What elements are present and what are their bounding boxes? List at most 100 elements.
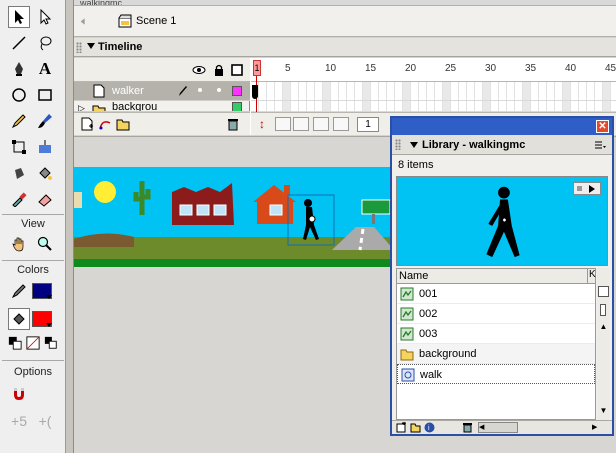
add-motion-guide-icon[interactable]: [98, 117, 112, 131]
ink-bottle-tool-icon[interactable]: [8, 162, 30, 184]
scroll-thumb[interactable]: [598, 286, 609, 297]
scroll-right-icon[interactable]: ▶: [592, 422, 603, 433]
graphic-symbol-icon: [400, 287, 414, 301]
modify-onion-markers-icon[interactable]: [333, 117, 349, 131]
delete-icon[interactable]: [462, 422, 473, 433]
library-toolbar: i ◀ ▶: [392, 420, 612, 434]
insert-folder-icon[interactable]: [116, 117, 130, 131]
panel-grip-icon[interactable]: [76, 42, 82, 53]
pencil-tool-icon[interactable]: [8, 110, 30, 132]
zoom-tool-icon[interactable]: [34, 233, 56, 255]
layer-outline-color[interactable]: [232, 86, 242, 96]
eyedropper-tool-icon[interactable]: [8, 188, 30, 210]
column-header-kind[interactable]: K: [587, 269, 597, 283]
snap-magnet-icon[interactable]: [8, 383, 30, 405]
layer-row-background[interactable]: ▷ backgrou: [74, 101, 250, 112]
play-icon[interactable]: [589, 185, 595, 193]
edit-multiple-frames-icon[interactable]: [313, 117, 329, 131]
library-preview: [396, 176, 608, 266]
outline-icon[interactable]: [230, 63, 244, 77]
panel-grip-icon[interactable]: [395, 139, 401, 150]
stop-icon[interactable]: [577, 186, 582, 191]
current-frame-marker[interactable]: 1: [253, 60, 261, 76]
movie-clip-icon: [401, 368, 415, 382]
no-color-icon[interactable]: [26, 336, 40, 350]
timeline-header[interactable]: Timeline: [74, 38, 616, 57]
list-item[interactable]: 003: [397, 324, 595, 344]
scroll-marker[interactable]: [600, 304, 606, 316]
library-header[interactable]: Library - walkingmc: [392, 135, 612, 155]
lasso-tool-icon[interactable]: [34, 32, 56, 54]
pen-tool-icon[interactable]: [8, 58, 30, 80]
horizontal-scrollbar[interactable]: ◀: [478, 422, 518, 433]
scroll-up-icon[interactable]: ▲: [598, 322, 609, 334]
scroll-down-icon[interactable]: ▼: [598, 406, 609, 418]
back-arrow-icon[interactable]: 🢐: [80, 13, 96, 29]
smooth-icon[interactable]: +5: [8, 410, 30, 432]
chevron-down-icon: [46, 295, 52, 299]
collapse-arrow-icon[interactable]: [410, 142, 418, 148]
item-name: background: [419, 348, 477, 360]
expand-arrow-icon[interactable]: ▷: [78, 103, 85, 111]
frame-number-label: 20: [405, 63, 417, 74]
straighten-icon[interactable]: +(: [34, 410, 56, 432]
lock-icon[interactable]: [212, 63, 226, 77]
vertical-scrollbar[interactable]: ▼ ▲: [597, 268, 610, 420]
preview-controls: [573, 182, 601, 195]
scroll-left-icon[interactable]: ◀: [479, 424, 484, 431]
free-transform-tool-icon[interactable]: [8, 136, 30, 158]
current-frame-field[interactable]: 1: [357, 117, 379, 132]
frame-row-walker[interactable]: [251, 82, 616, 101]
close-icon[interactable]: ✕: [596, 120, 609, 133]
brush-tool-icon[interactable]: [34, 110, 56, 132]
list-item[interactable]: 002: [397, 304, 595, 324]
arrow-tool-icon[interactable]: [8, 6, 30, 28]
swap-colors-icon[interactable]: [44, 336, 58, 350]
oval-tool-icon[interactable]: [8, 84, 30, 106]
registration-point[interactable]: [308, 215, 316, 223]
factory: [172, 183, 234, 225]
new-folder-icon[interactable]: [410, 422, 421, 433]
eraser-tool-icon[interactable]: [34, 188, 56, 210]
keyframe-marker[interactable]: [252, 85, 258, 99]
layer-toolbar: [74, 112, 250, 135]
eye-icon[interactable]: [192, 63, 206, 77]
list-item[interactable]: background: [397, 344, 595, 364]
timeline-title: Timeline: [98, 41, 143, 53]
rectangle-tool-icon[interactable]: [34, 84, 56, 106]
text-tool-icon[interactable]: A: [34, 58, 56, 80]
frame-ruler[interactable]: 151015202530354045: [251, 58, 616, 82]
frame-number-label: 30: [485, 63, 497, 74]
building-edge: [74, 192, 82, 208]
insert-layer-icon[interactable]: [80, 117, 94, 131]
onion-skin-outlines-icon[interactable]: [293, 117, 309, 131]
properties-icon[interactable]: i: [424, 422, 435, 433]
lock-dot[interactable]: [217, 88, 221, 92]
visibility-dot[interactable]: [198, 88, 202, 92]
library-list-header[interactable]: Name K: [396, 268, 596, 284]
scene-clapper-icon: [118, 14, 132, 28]
onion-skin-icon[interactable]: [275, 117, 291, 131]
subselect-tool-icon[interactable]: [34, 6, 56, 28]
default-colors-icon[interactable]: [8, 336, 22, 350]
list-item[interactable]: walk: [397, 364, 595, 384]
center-frame-icon[interactable]: ↕: [255, 117, 269, 131]
delete-layer-icon[interactable]: [226, 117, 240, 131]
library-titlebar[interactable]: ✕: [392, 118, 612, 135]
stage-canvas[interactable]: [74, 167, 394, 272]
options-menu-icon[interactable]: [594, 139, 606, 151]
list-item[interactable]: 001: [397, 284, 595, 304]
new-symbol-icon[interactable]: [396, 422, 407, 433]
layer-row-walker[interactable]: walker: [74, 82, 250, 101]
paint-bucket-tool-icon[interactable]: [34, 162, 56, 184]
column-header-name[interactable]: Name: [399, 270, 428, 282]
view-section-label: View: [21, 218, 45, 230]
layer-name: walker: [112, 85, 144, 97]
scene-breadcrumb[interactable]: Scene 1: [136, 15, 176, 27]
hand-tool-icon[interactable]: [8, 233, 30, 255]
frame-row-background[interactable]: [251, 101, 616, 112]
collapse-arrow-icon[interactable]: [87, 43, 95, 49]
fill-transform-tool-icon[interactable]: [34, 136, 56, 158]
layer-outline-color[interactable]: [232, 102, 242, 111]
line-tool-icon[interactable]: [8, 32, 30, 54]
